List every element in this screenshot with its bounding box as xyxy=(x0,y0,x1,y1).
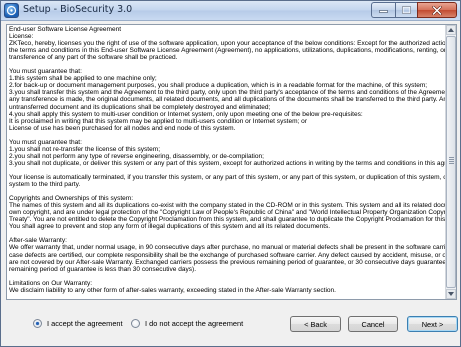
minimize-icon xyxy=(379,10,388,13)
license-line: 3.you shall not duplicate, or deliver th… xyxy=(9,159,445,167)
license-line: the terms and conditions in this End-use… xyxy=(9,47,445,55)
license-agreement-text: End-user Software License Agreement Licen… xyxy=(9,26,445,299)
license-line: own copyright, and are under legal prote… xyxy=(9,209,445,217)
license-line: remaining period of guarantee is less th… xyxy=(9,265,197,273)
minimize-button[interactable] xyxy=(371,2,395,18)
license-line: are not covered by our After-sale Warran… xyxy=(9,258,445,266)
license-line: untransferred document and its duplicati… xyxy=(9,103,271,111)
license-line: It is proclaimed in writing that this sy… xyxy=(9,117,308,125)
license-line: transference of any part of the software… xyxy=(9,54,178,62)
maximize-button[interactable] xyxy=(395,2,417,18)
close-icon xyxy=(432,5,442,15)
license-line: 2.you shall not perform any type of reve… xyxy=(9,152,264,160)
license-line: You must guarantee that: xyxy=(9,138,82,146)
radio-button-unchecked[interactable] xyxy=(131,318,140,328)
license-line: system to the third party. xyxy=(9,181,81,189)
arrow-down-icon xyxy=(448,292,454,296)
close-button[interactable] xyxy=(417,2,457,18)
scroll-up-button[interactable] xyxy=(446,25,456,35)
accept-agreement-label[interactable]: I accept the agreement xyxy=(47,319,123,328)
decline-agreement-label[interactable]: I do not accept the agreement xyxy=(145,319,243,328)
license-paragraph: Limitations on Our Warranty: We disclaim … xyxy=(9,280,445,294)
license-paragraph: End-user Software License Agreement Licen… xyxy=(9,26,445,61)
window-controls xyxy=(371,2,457,19)
accept-agreement-radio[interactable]: I accept the agreement xyxy=(33,317,123,329)
setup-window: Setup - BioSecurity 3.0 End-user Softwar… xyxy=(0,0,461,347)
license-line: Limitations on Our Warranty: xyxy=(9,279,93,287)
disc-icon xyxy=(6,5,17,16)
license-line: License of use has been purchased for al… xyxy=(9,124,236,132)
license-paragraph: Copyrights and Ownerships of this system… xyxy=(9,195,445,230)
back-button[interactable]: < Back xyxy=(290,316,341,332)
license-line: 1.this system shall be applied to one ma… xyxy=(9,75,157,83)
vertical-scrollbar[interactable] xyxy=(445,25,456,299)
radio-button-checked[interactable] xyxy=(33,318,42,328)
license-line: 2.for back-up or document management pur… xyxy=(9,82,428,90)
license-agreement-textbox[interactable]: End-user Software License Agreement Licen… xyxy=(6,24,457,300)
license-line: 4.you shall apply this system to multi-u… xyxy=(9,110,363,118)
license-paragraph: Your license is automatically terminated… xyxy=(9,174,445,188)
title-bar[interactable]: Setup - BioSecurity 3.0 xyxy=(1,1,460,21)
license-line: 1.you shall not re-transfer the license … xyxy=(9,145,161,153)
license-paragraph: You must guarantee that: 1.you shall not … xyxy=(9,139,445,167)
maximize-icon xyxy=(402,6,411,14)
setup-app-icon xyxy=(4,3,19,18)
license-line: Your license is automatically terminated… xyxy=(9,173,445,181)
cancel-button[interactable]: Cancel xyxy=(348,316,398,332)
decline-agreement-radio[interactable]: I do not accept the agreement xyxy=(131,317,243,329)
scroll-down-button[interactable] xyxy=(446,289,456,299)
license-line: License: xyxy=(9,33,34,41)
scrollbar-grip-icon xyxy=(449,157,454,165)
license-line: Treaty". You are not entitled to delete … xyxy=(9,216,445,224)
license-line: ZKTeco, hereby, licenses you the right o… xyxy=(9,40,445,48)
arrow-up-icon xyxy=(448,28,454,32)
license-line: 3.you shall transfer this system and the… xyxy=(9,89,445,97)
license-paragraph: After-sale Warranty: We offer warranty th… xyxy=(9,237,445,272)
license-line: End-user Software License Agreement xyxy=(9,26,122,33)
license-line: any transference is made, the original d… xyxy=(9,96,445,104)
license-line: case defects are certified, our complete… xyxy=(9,251,445,259)
agreement-options: I accept the agreement I do not accept t… xyxy=(1,304,460,344)
license-line: The names of this system and all its dup… xyxy=(9,202,445,210)
license-line: We disclaim liability to any other form … xyxy=(9,286,336,294)
next-button[interactable]: Next > xyxy=(407,316,458,332)
window-title: Setup - BioSecurity 3.0 xyxy=(23,4,133,15)
license-line: You shall agree to prevent and stop any … xyxy=(9,223,331,231)
license-paragraph: You must guarantee that: 1.this system sh… xyxy=(9,68,445,131)
license-line: You must guarantee that: xyxy=(9,68,82,76)
license-line: Copyrights and Ownerships of this system… xyxy=(9,195,134,203)
scrollbar-thumb[interactable] xyxy=(446,36,456,288)
license-line: After-sale Warranty: xyxy=(9,237,67,245)
license-line: We offer warranty that, under normal usa… xyxy=(9,244,445,252)
